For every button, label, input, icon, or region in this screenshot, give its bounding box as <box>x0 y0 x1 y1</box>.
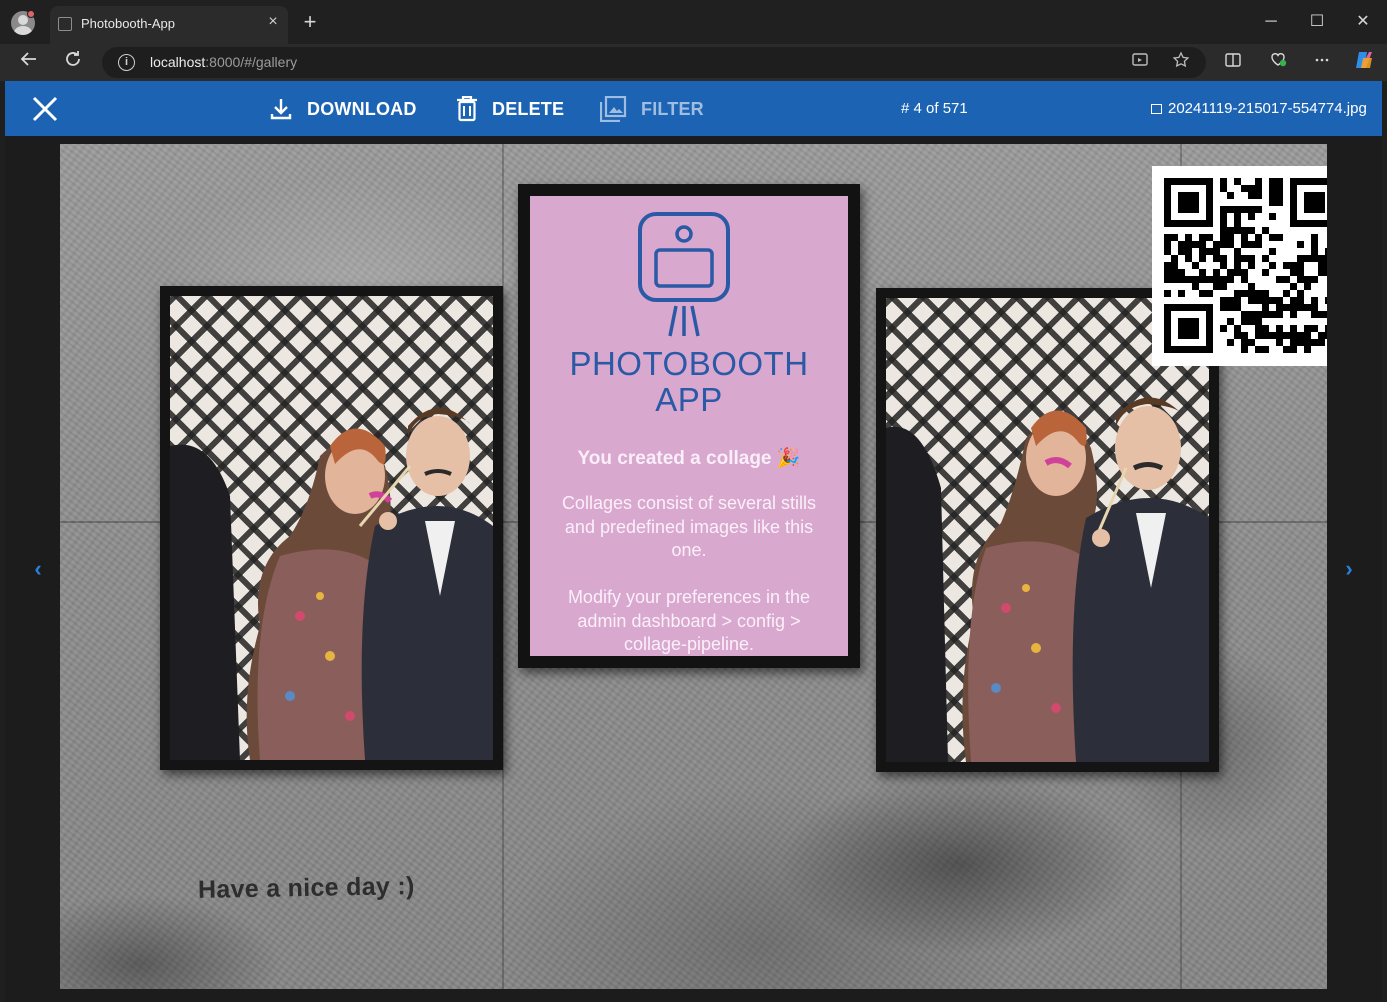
left-photo-frame <box>160 286 503 770</box>
minimize-button[interactable]: ─ <box>1256 10 1286 34</box>
photobooth-poster: PHOTOBOOTH APP You created a collage 🎉 C… <box>518 184 860 668</box>
trash-icon <box>457 96 477 122</box>
app-window: Photobooth-App × + ─ ☐ ✕ i localhost:800… <box>0 0 1387 1002</box>
next-image-button[interactable]: › <box>1339 556 1359 582</box>
download-label: DOWNLOAD <box>307 98 417 119</box>
tab-title: Photobooth-App <box>81 16 175 31</box>
split-screen-icon[interactable] <box>1219 49 1247 77</box>
window-close-button[interactable]: ✕ <box>1348 10 1378 34</box>
poster-title-line1: PHOTOBOOTH <box>569 345 809 382</box>
right-photo <box>886 298 1209 762</box>
previous-image-button[interactable]: ‹ <box>28 556 48 582</box>
collage-image: PHOTOBOOTH APP You created a collage 🎉 C… <box>60 144 1327 989</box>
back-arrow-icon[interactable] <box>15 49 43 77</box>
maximize-button[interactable]: ☐ <box>1302 10 1332 34</box>
image-file-icon <box>1151 103 1162 114</box>
image-counter: # 4 of 571 <box>901 100 968 117</box>
close-gallery-icon[interactable] <box>30 94 60 124</box>
download-button[interactable]: DOWNLOAD <box>269 94 417 124</box>
tab-close-icon[interactable]: × <box>264 13 282 31</box>
photobooth-logo-icon <box>638 212 730 337</box>
reload-icon[interactable] <box>59 49 87 77</box>
more-menu-icon[interactable] <box>1308 49 1336 77</box>
image-filename: 20241119-215017-554774.jpg <box>1151 100 1367 117</box>
gallery-header: DOWNLOAD DELETE FILTER # 4 of 571 202411… <box>5 81 1382 136</box>
address-bar[interactable]: i localhost:8000/#/gallery <box>102 47 1206 78</box>
profile-badge <box>27 10 35 18</box>
app-install-icon[interactable] <box>1128 51 1152 75</box>
site-info-icon[interactable]: i <box>118 54 135 71</box>
favorite-star-icon[interactable] <box>1169 51 1193 75</box>
qr-code <box>1152 166 1327 366</box>
delete-button[interactable]: DELETE <box>456 94 564 124</box>
poster-text-1: Collages consist of several stills and p… <box>561 493 817 560</box>
poster-title-line2: APP <box>655 381 723 418</box>
new-tab-button[interactable]: + <box>298 9 322 35</box>
download-icon <box>270 99 292 120</box>
copilot-icon[interactable] <box>1350 49 1378 77</box>
tab-favicon-icon <box>58 17 72 31</box>
filter-images-icon <box>600 96 627 122</box>
gallery-viewer: ‹ › PHOTOBOOTH APP You created a collage… <box>5 136 1382 1002</box>
browser-toolbar: i localhost:8000/#/gallery <box>0 44 1387 81</box>
poster-text-2: Modify your preferences in the admin das… <box>567 587 811 654</box>
poster-card: PHOTOBOOTH APP You created a collage 🎉 C… <box>530 196 848 656</box>
poster-subtitle: You created a collage 🎉 <box>577 448 801 469</box>
filename-text: 20241119-215017-554774.jpg <box>1168 100 1367 117</box>
couple-photo <box>886 397 1209 762</box>
left-photo <box>170 296 493 760</box>
qr-code-image <box>1164 178 1327 353</box>
browser-essentials-icon[interactable] <box>1264 49 1292 77</box>
filter-label: FILTER <box>641 98 704 119</box>
browser-tab[interactable]: Photobooth-App × <box>50 6 288 44</box>
browser-titlebar: Photobooth-App × + ─ ☐ ✕ <box>0 0 1387 44</box>
couple-photo <box>170 407 493 760</box>
filter-button[interactable]: FILTER <box>600 94 704 124</box>
delete-label: DELETE <box>492 98 565 119</box>
collage-caption: Have a nice day :) <box>197 872 415 904</box>
url-text[interactable]: localhost:8000/#/gallery <box>150 54 297 70</box>
